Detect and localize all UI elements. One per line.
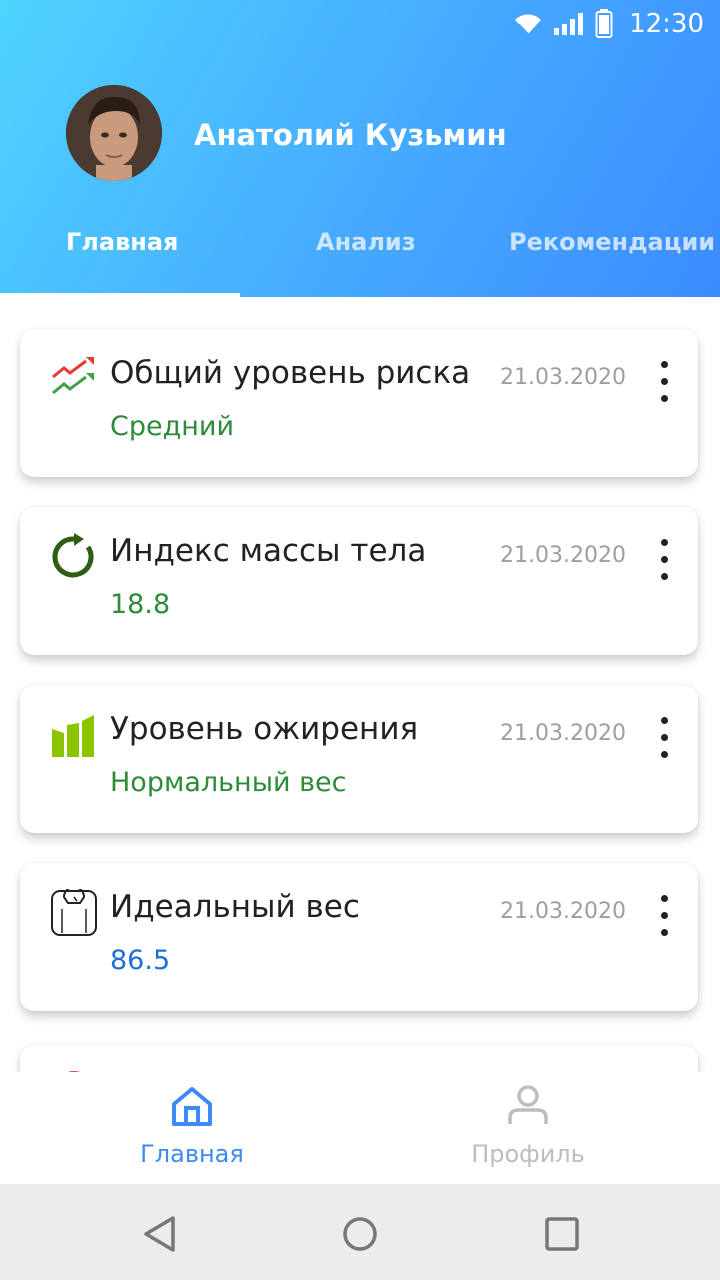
- bottom-navigation: Главная Профиль: [0, 1072, 720, 1184]
- card-risk-level[interactable]: Общий уровень риска 21.03.2020 Средний: [20, 329, 698, 477]
- card-title: Уровень ожирения: [110, 711, 419, 747]
- card-value: Нормальный вес: [110, 767, 347, 798]
- tab-analysis[interactable]: Анализ: [316, 228, 416, 256]
- card-partial[interactable]: [20, 1045, 698, 1072]
- trend-arrows-icon: [52, 357, 94, 395]
- card-bmi[interactable]: Индекс массы тела 21.03.2020 18.8: [20, 507, 698, 655]
- back-icon[interactable]: [140, 1214, 180, 1254]
- card-ideal-weight[interactable]: Идеальный вес 21.03.2020 86.5: [20, 863, 698, 1011]
- signal-icon: [554, 13, 584, 35]
- nav-home[interactable]: Главная: [12, 1072, 372, 1184]
- scale-icon: [51, 889, 97, 936]
- card-value: 18.8: [110, 589, 171, 620]
- card-list[interactable]: Общий уровень риска 21.03.2020 Средний И…: [0, 297, 720, 1072]
- more-options-icon[interactable]: [656, 895, 672, 937]
- wifi-icon: [515, 14, 542, 35]
- card-title: Индекс массы тела: [110, 533, 427, 569]
- more-options-icon[interactable]: [656, 361, 672, 403]
- card-title: Общий уровень риска: [110, 355, 471, 391]
- avatar[interactable]: [66, 85, 162, 181]
- bars-icon: [52, 715, 94, 757]
- tab-home[interactable]: Главная: [66, 228, 178, 256]
- card-title: Идеальный вес: [110, 889, 360, 925]
- user-name: Анатолий Кузьмин: [194, 118, 507, 152]
- status-bar: 12:30: [513, 8, 704, 40]
- nav-home-label: Главная: [140, 1140, 244, 1168]
- card-value: 86.5: [110, 945, 171, 976]
- nav-profile[interactable]: Профиль: [348, 1072, 708, 1184]
- card-date: 21.03.2020: [500, 721, 626, 746]
- battery-icon: [595, 9, 613, 38]
- more-options-icon[interactable]: [656, 539, 672, 581]
- tab-bar: Главная Анализ Рекомендации: [0, 222, 720, 297]
- system-navigation-bar: [0, 1184, 720, 1280]
- card-value: Средний: [110, 411, 235, 442]
- home-circle-icon[interactable]: [340, 1214, 380, 1254]
- app-header: 12:30 Анатолий Кузьмин Главная Анализ Ре…: [0, 0, 720, 297]
- card-date: 21.03.2020: [500, 365, 626, 390]
- recents-icon[interactable]: [542, 1214, 582, 1254]
- person-icon: [508, 1085, 548, 1124]
- card-date: 21.03.2020: [500, 899, 626, 924]
- refresh-circle-icon: [52, 533, 94, 578]
- tab-recommendations[interactable]: Рекомендации: [509, 228, 715, 256]
- home-icon: [172, 1087, 212, 1126]
- nav-profile-label: Профиль: [471, 1140, 585, 1168]
- avatar-photo: [66, 85, 162, 181]
- more-options-icon[interactable]: [656, 717, 672, 759]
- status-time: 12:30: [629, 9, 704, 39]
- card-obesity-level[interactable]: Уровень ожирения 21.03.2020 Нормальный в…: [20, 685, 698, 833]
- card-date: 21.03.2020: [500, 543, 626, 568]
